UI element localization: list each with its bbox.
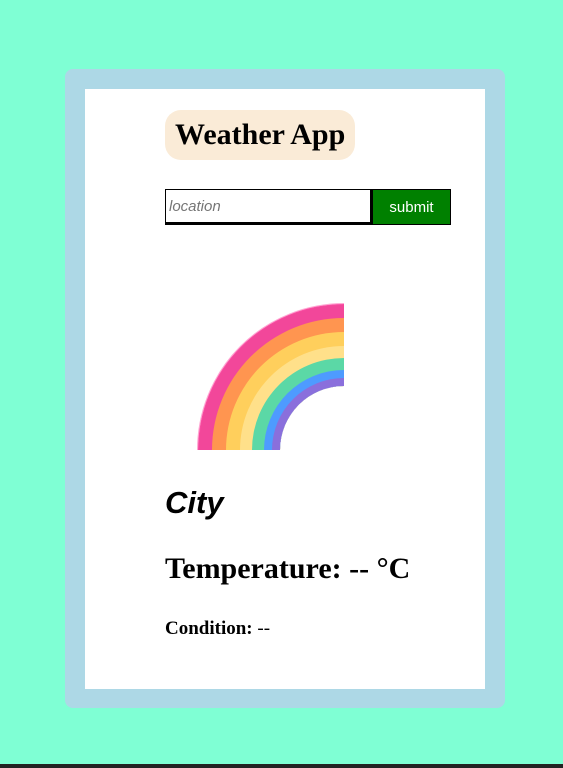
- temperature-value: -- °C: [349, 552, 411, 585]
- condition-label: Condition:: [165, 618, 253, 639]
- condition-value: --: [257, 618, 271, 639]
- condition-readout: Condition: --: [165, 618, 270, 640]
- weather-card: Weather App submit: [85, 89, 485, 689]
- search-form: submit: [165, 189, 451, 225]
- bottom-edge-bar: [0, 764, 563, 768]
- app-frame: Weather App submit: [65, 69, 505, 708]
- app-title: Weather App: [165, 110, 356, 160]
- location-input[interactable]: [165, 189, 372, 225]
- city-name: City: [165, 485, 224, 520]
- rainbow-icon: [197, 303, 344, 450]
- page: Weather App submit: [0, 0, 563, 768]
- temperature-readout: Temperature: -- °C: [165, 552, 410, 586]
- submit-button[interactable]: submit: [372, 189, 451, 225]
- temperature-label: Temperature:: [165, 552, 342, 585]
